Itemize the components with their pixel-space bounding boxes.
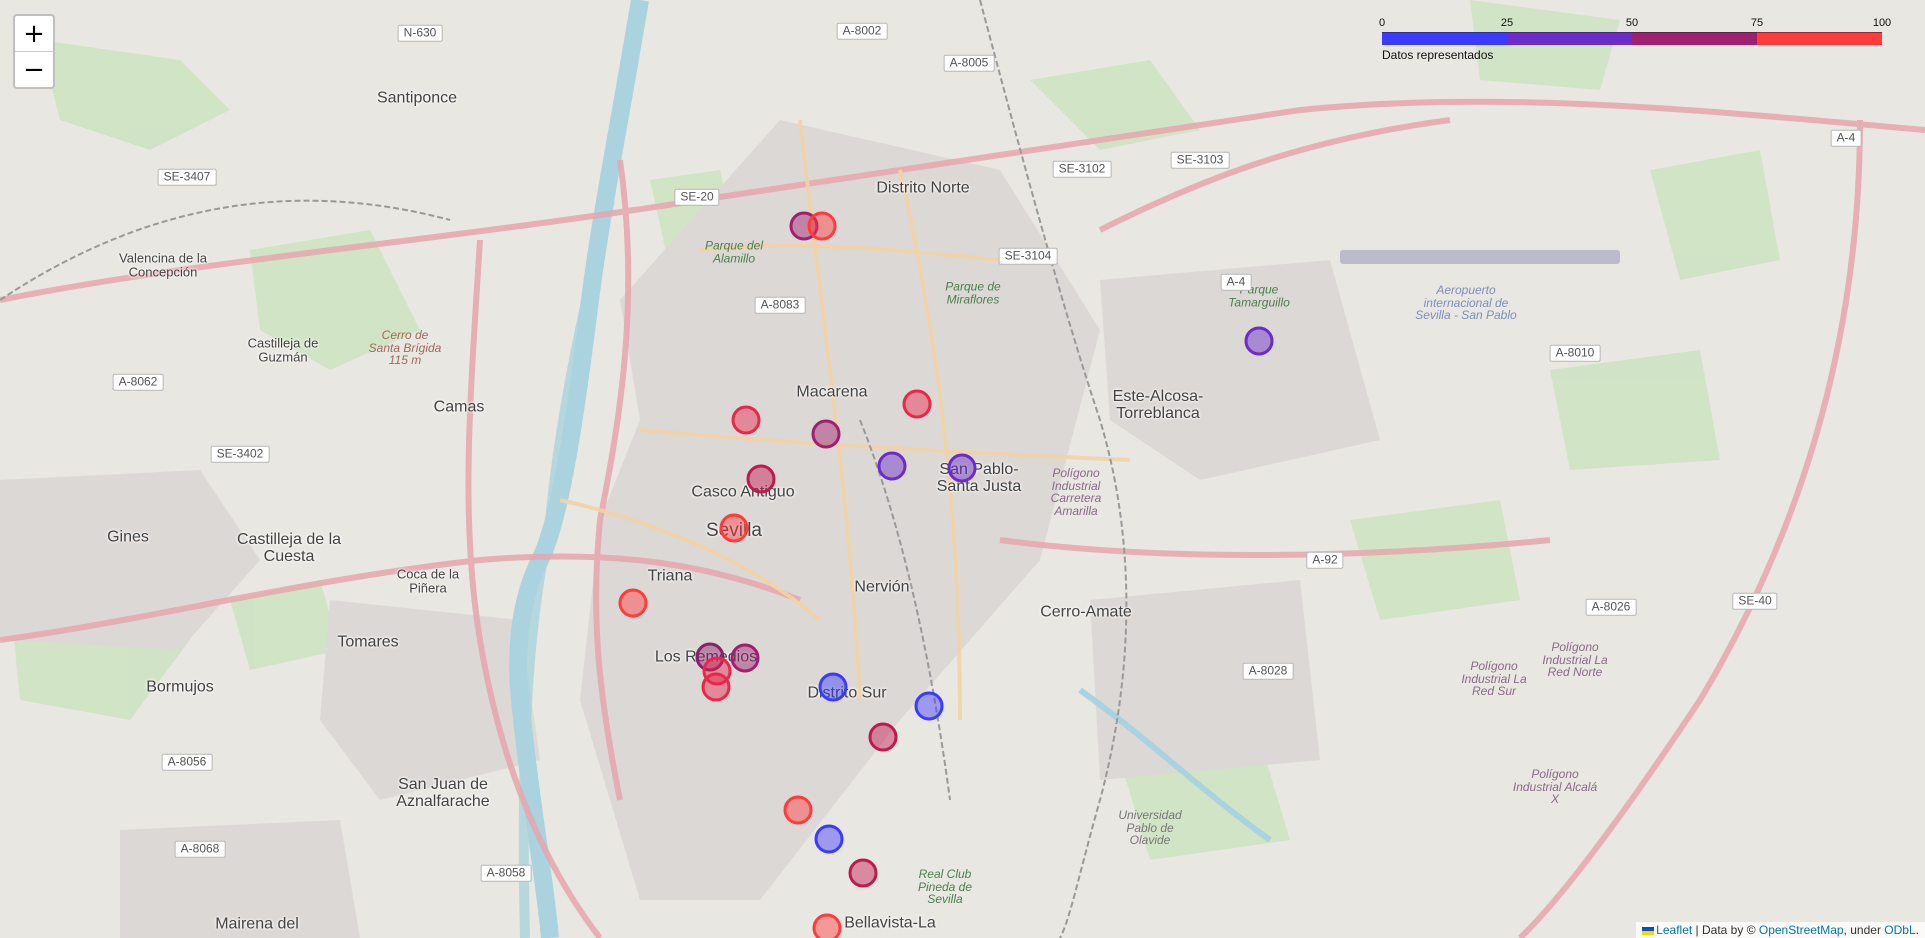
data-marker[interactable] bbox=[818, 672, 848, 702]
data-marker[interactable] bbox=[1244, 326, 1274, 356]
data-marker[interactable] bbox=[914, 691, 944, 721]
legend-caption: Datos representados bbox=[1382, 48, 1494, 62]
data-marker[interactable] bbox=[814, 824, 844, 854]
data-marker[interactable] bbox=[812, 913, 842, 938]
data-marker[interactable] bbox=[877, 451, 907, 481]
legend-segment bbox=[1757, 32, 1882, 45]
odbl-link[interactable]: ODbL bbox=[1884, 923, 1915, 937]
attribution-text: | Data by © bbox=[1695, 923, 1756, 937]
legend-tick-label: 50 bbox=[1625, 17, 1639, 29]
data-marker[interactable] bbox=[807, 211, 837, 241]
legend-segment bbox=[1507, 32, 1632, 45]
data-marker[interactable] bbox=[848, 858, 878, 888]
data-marker[interactable] bbox=[719, 513, 749, 543]
leaflet-link[interactable]: Leaflet bbox=[1656, 923, 1692, 937]
data-marker[interactable] bbox=[947, 453, 977, 483]
map-canvas[interactable]: Santiponce Valencina de la Concepción Ca… bbox=[0, 0, 1925, 938]
legend-tick-label: 100 bbox=[1872, 17, 1892, 29]
legend-tick-label: 75 bbox=[1750, 17, 1764, 29]
legend-segment bbox=[1632, 32, 1757, 45]
data-marker[interactable] bbox=[902, 389, 932, 419]
data-marker[interactable] bbox=[701, 672, 731, 702]
data-marker[interactable] bbox=[811, 419, 841, 449]
data-marker[interactable] bbox=[783, 795, 813, 825]
zoom-in-button[interactable]: + bbox=[15, 16, 53, 51]
data-marker[interactable] bbox=[746, 464, 776, 494]
data-marker[interactable] bbox=[868, 722, 898, 752]
data-marker[interactable] bbox=[730, 643, 760, 673]
data-markers-layer bbox=[618, 211, 1274, 938]
data-marker[interactable] bbox=[731, 405, 761, 435]
legend-segment bbox=[1382, 32, 1507, 45]
legend-tick-label: 0 bbox=[1378, 17, 1386, 29]
ukraine-flag-icon bbox=[1642, 926, 1655, 935]
zoom-control: + − bbox=[13, 14, 55, 89]
osm-link[interactable]: OpenStreetMap bbox=[1759, 923, 1844, 937]
map-attribution: Leaflet | Data by © OpenStreetMap, under… bbox=[1636, 922, 1925, 938]
legend-tick-label: 25 bbox=[1500, 17, 1514, 29]
data-marker[interactable] bbox=[618, 588, 648, 618]
attribution-text: , under bbox=[1843, 923, 1881, 937]
attribution-text: . bbox=[1915, 923, 1919, 937]
color-legend: 0 25 50 75 100 Datos representados bbox=[1375, 14, 1891, 64]
zoom-out-button[interactable]: − bbox=[15, 51, 53, 87]
legend-color-bar bbox=[1382, 32, 1882, 45]
